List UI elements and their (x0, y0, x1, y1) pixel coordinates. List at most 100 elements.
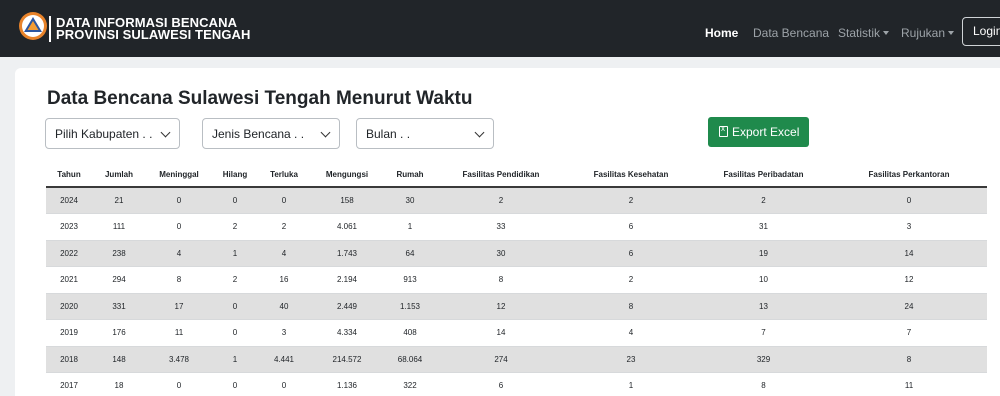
table-row: 2017 18 0 0 0 1.136 322 6 1 8 11 (46, 372, 987, 396)
table-cell: 68.064 (384, 346, 436, 373)
table-cell: 1.743 (310, 240, 384, 267)
excel-icon (719, 124, 728, 137)
table-cell: 0 (212, 293, 258, 320)
table-row: 2024 21 0 0 0 158 30 2 2 2 0 (46, 187, 987, 214)
table-cell: 6 (566, 240, 696, 267)
table-cell: 10 (696, 266, 831, 294)
nav-rujukan-label: Rujukan (901, 26, 946, 40)
col-header-mengungsi[interactable]: Mengungsi (310, 163, 384, 188)
nav-statistik[interactable]: Statistik (838, 26, 890, 40)
table-cell: 2.449 (310, 293, 384, 320)
caret-down-icon (883, 31, 890, 35)
table-cell: 408 (384, 319, 436, 347)
table-cell: 158 (310, 187, 384, 214)
table-cell: 2.194 (310, 266, 384, 294)
bulan-select-value: Bulan . . (366, 127, 411, 141)
nav-data-bencana[interactable]: Data Bencana (753, 26, 829, 40)
col-header-fasilitas-pendidikan[interactable]: Fasilitas Pendidikan (436, 163, 566, 188)
table-cell: 30 (436, 240, 566, 267)
col-header-hilang[interactable]: Hilang (212, 163, 258, 188)
col-header-terluka[interactable]: Terluka (258, 163, 310, 188)
table-cell: 322 (384, 372, 436, 396)
table-cell: 3 (258, 319, 310, 347)
table-header-row: Tahun Jumlah Meninggal Hilang Terluka Me… (46, 163, 987, 188)
brand-divider (49, 16, 51, 42)
table-cell: 2 (258, 213, 310, 241)
table-cell: 18 (92, 372, 146, 396)
table-cell: 64 (384, 240, 436, 267)
table-cell: 0 (146, 187, 212, 214)
table-cell: 24 (831, 293, 987, 320)
table-cell: 294 (92, 266, 146, 294)
col-header-jumlah[interactable]: Jumlah (92, 163, 146, 188)
table-cell: 1 (212, 240, 258, 267)
table-cell: 176 (92, 319, 146, 347)
table-row: 2022 238 4 1 4 1.743 64 30 6 19 14 (46, 240, 987, 267)
top-navbar: DATA INFORMASI BENCANA PROVINSI SULAWESI… (0, 0, 1000, 57)
table-row: 2018 148 3.478 1 4.441 214.572 68.064 274 23 329 8 (46, 346, 987, 373)
table-cell: 148 (92, 346, 146, 373)
table-cell: 331 (92, 293, 146, 320)
page-title: Data Bencana Sulawesi Tengah Menurut Wak… (47, 88, 473, 109)
table-cell: 913 (384, 266, 436, 294)
col-header-fasilitas-perkantoran[interactable]: Fasilitas Perkantoran (831, 163, 987, 188)
table-cell: 30 (384, 187, 436, 214)
table-cell: 7 (696, 319, 831, 347)
content-card: Data Bencana Sulawesi Tengah Menurut Wak… (15, 68, 1000, 396)
bulan-select[interactable]: Bulan . . (356, 118, 494, 149)
table-cell: 0 (831, 187, 987, 214)
bnpb-logo-icon[interactable] (18, 11, 48, 41)
table-cell: 1 (384, 213, 436, 241)
table-cell: 4 (566, 319, 696, 347)
col-header-fasilitas-kesehatan[interactable]: Fasilitas Kesehatan (566, 163, 696, 188)
table-cell: 2 (212, 266, 258, 294)
nav-home[interactable]: Home (705, 26, 738, 40)
table-cell: 0 (212, 319, 258, 347)
table-row: 2019 176 11 0 3 4.334 408 14 4 7 7 (46, 319, 987, 347)
table-cell: 14 (436, 319, 566, 347)
table-cell: 2 (566, 266, 696, 294)
table-cell: 4.061 (310, 213, 384, 241)
brand-title[interactable]: DATA INFORMASI BENCANA PROVINSI SULAWESI… (56, 16, 251, 41)
table-cell: 214.572 (310, 346, 384, 373)
table-cell: 33 (436, 213, 566, 241)
login-button[interactable]: Login (962, 17, 1000, 46)
col-header-tahun[interactable]: Tahun (46, 163, 92, 188)
table-cell: 23 (566, 346, 696, 373)
table-cell: 7 (831, 319, 987, 347)
table-cell: 8 (146, 266, 212, 294)
export-excel-button[interactable]: Export Excel (708, 117, 809, 147)
table-cell: 31 (696, 213, 831, 241)
table-cell: 21 (92, 187, 146, 214)
col-header-fasilitas-peribadatan[interactable]: Fasilitas Peribadatan (696, 163, 831, 188)
table-cell: 8 (436, 266, 566, 294)
table-cell: 0 (258, 187, 310, 214)
table-cell: 2018 (46, 346, 92, 373)
col-header-rumah[interactable]: Rumah (384, 163, 436, 188)
kabupaten-select[interactable]: Pilih Kabupaten . . (45, 118, 180, 149)
table-cell: 238 (92, 240, 146, 267)
table-cell: 12 (436, 293, 566, 320)
table-cell: 11 (831, 372, 987, 396)
table-cell: 0 (212, 372, 258, 396)
table-cell: 2024 (46, 187, 92, 214)
table-cell: 13 (696, 293, 831, 320)
table-cell: 2022 (46, 240, 92, 267)
table-cell: 2021 (46, 266, 92, 294)
table-cell: 40 (258, 293, 310, 320)
table-cell: 2019 (46, 319, 92, 347)
nav-statistik-label: Statistik (838, 26, 881, 40)
table-cell: 111 (92, 213, 146, 241)
table-cell: 8 (831, 346, 987, 373)
table-cell: 8 (566, 293, 696, 320)
table-cell: 1.136 (310, 372, 384, 396)
table-cell: 6 (566, 213, 696, 241)
jenis-bencana-select[interactable]: Jenis Bencana . . (202, 118, 340, 149)
nav-rujukan[interactable]: Rujukan (901, 26, 955, 40)
table-cell: 2017 (46, 372, 92, 396)
chevron-down-icon (474, 127, 485, 138)
col-header-meninggal[interactable]: Meninggal (146, 163, 212, 188)
disaster-data-table: Tahun Jumlah Meninggal Hilang Terluka Me… (46, 163, 987, 396)
table-row: 2021 294 8 2 16 2.194 913 8 2 10 12 (46, 266, 987, 294)
table-cell: 1 (212, 346, 258, 373)
